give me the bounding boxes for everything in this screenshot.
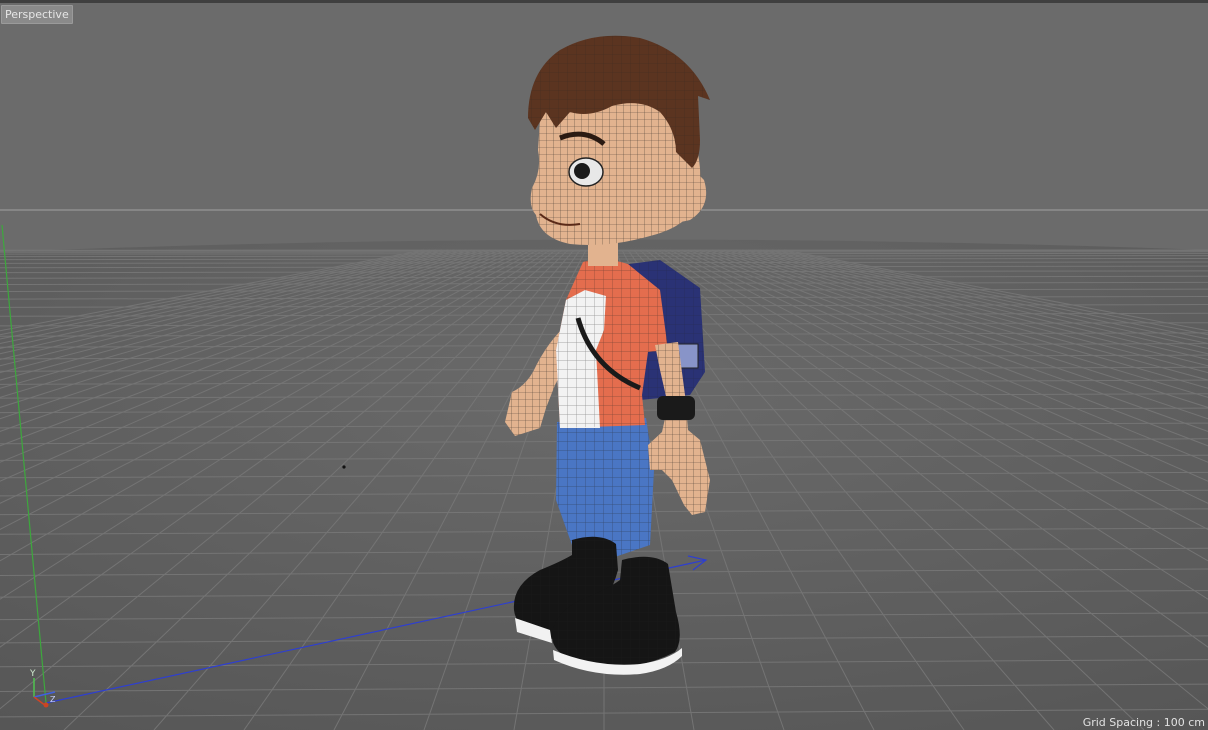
character-wristband	[657, 396, 695, 420]
character-head	[528, 35, 710, 245]
scene-canvas[interactable]: Y Z	[0, 0, 1208, 730]
origin-point	[342, 465, 346, 469]
character-pants	[556, 418, 654, 558]
perspective-viewport[interactable]: Y Z Perspective Grid Spacing: 100 cm	[0, 0, 1208, 730]
axis-y-label: Y	[29, 669, 36, 679]
axis-z-label: Z	[50, 695, 56, 704]
view-mode-label[interactable]: Perspective	[1, 5, 73, 24]
grid-spacing-readout: Grid Spacing : 100 cm	[1082, 716, 1205, 729]
